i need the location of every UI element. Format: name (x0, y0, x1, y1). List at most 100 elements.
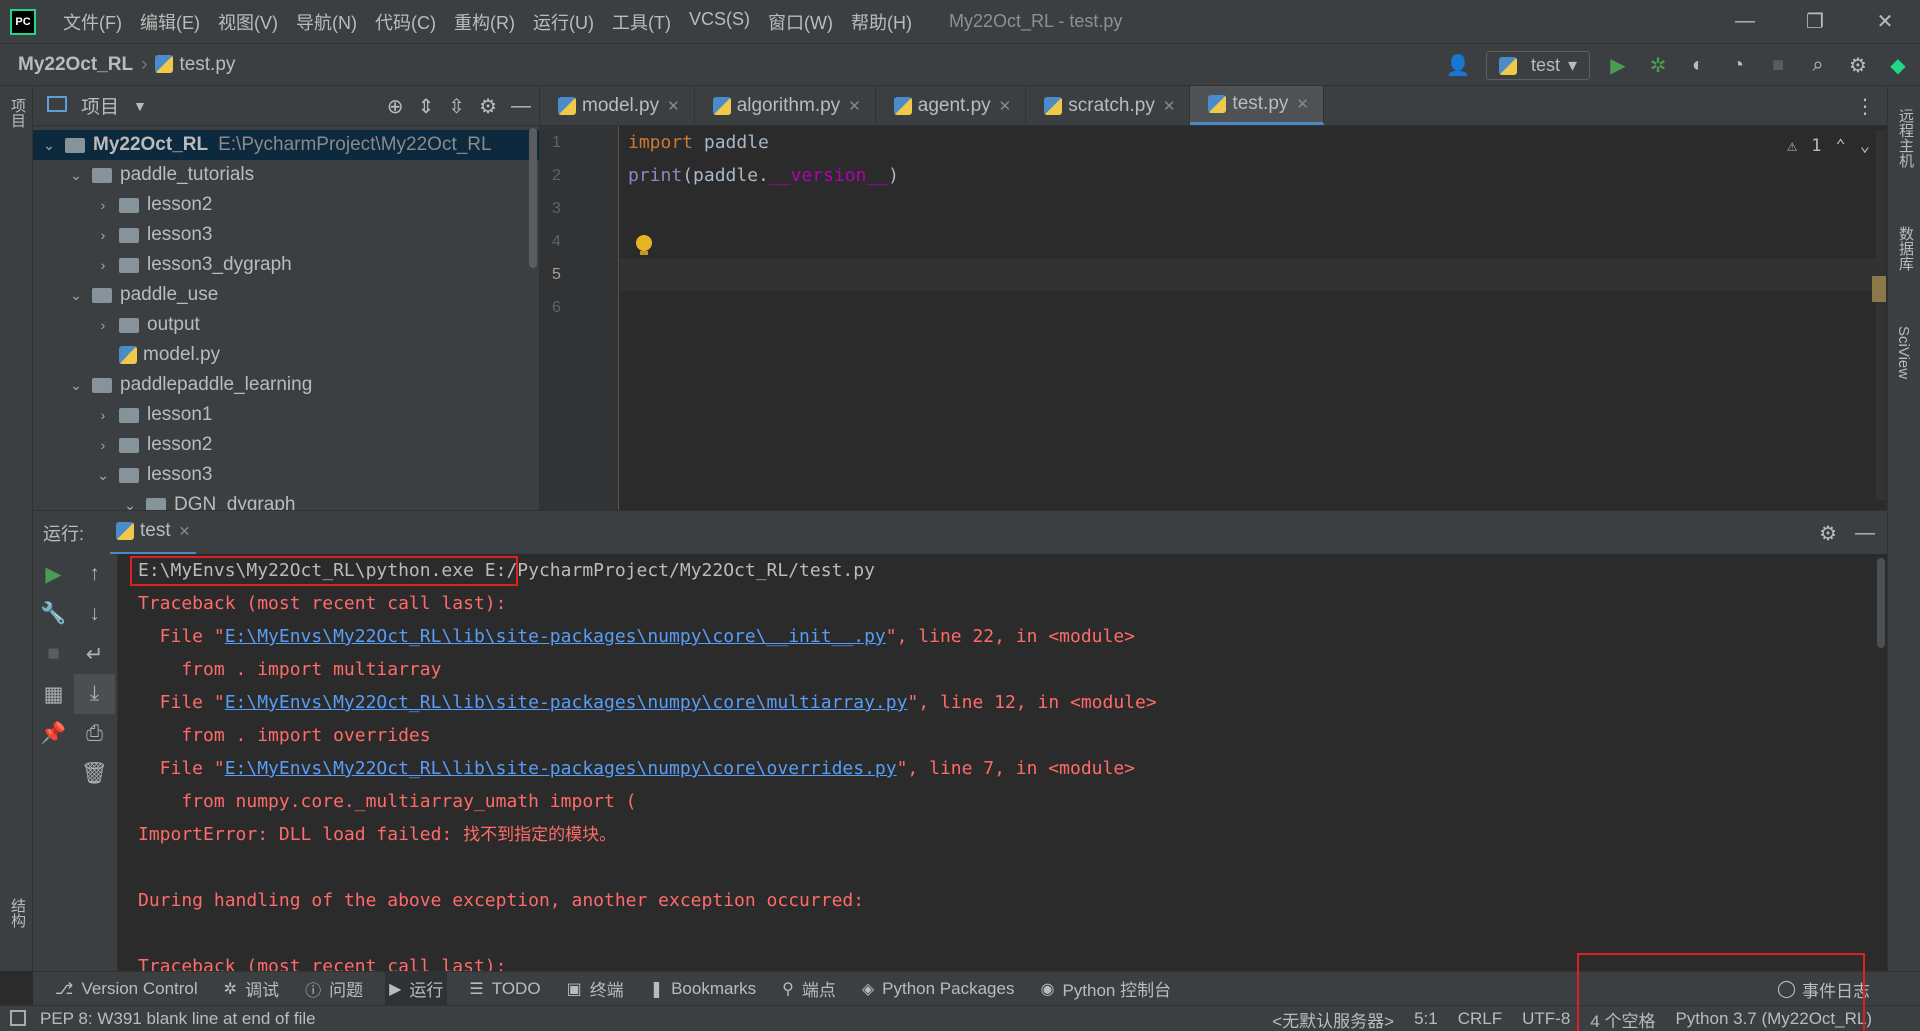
tab-scratch-py[interactable]: scratch.py ✕ (1026, 86, 1191, 125)
tree-folder[interactable]: › lesson2 (33, 190, 539, 220)
tree-scrollbar[interactable] (529, 128, 537, 268)
remote-host-stripe-tab[interactable]: 远程主机 (1895, 108, 1916, 168)
layout-icon[interactable]: ▦ (33, 674, 74, 714)
menu-run[interactable]: 运行(U) (524, 9, 603, 35)
panel-toggle-icon[interactable] (10, 1010, 26, 1026)
tree-folder[interactable]: › lesson2 (33, 430, 539, 460)
search-icon[interactable]: ⌕ (1806, 54, 1830, 78)
status-line-separator[interactable]: CRLF (1458, 1009, 1502, 1029)
traceback-link[interactable]: E:\MyEnvs\My22Oct_RL\lib\site-packages\n… (225, 626, 886, 647)
close-tab-icon[interactable]: ✕ (999, 97, 1012, 115)
code-line[interactable] (620, 291, 1886, 324)
tree-folder[interactable]: ⌄ paddle_use (33, 280, 539, 310)
tab-algorithm-py[interactable]: algorithm.py ✕ (695, 86, 876, 125)
stop-icon[interactable]: ■ (33, 634, 74, 674)
warning-marker[interactable] (1872, 276, 1886, 302)
tree-folder[interactable]: › lesson3_dygraph (33, 250, 539, 280)
close-tab-icon[interactable]: ✕ (667, 97, 680, 115)
chevron-right-icon[interactable]: › (95, 407, 111, 423)
tool-debug[interactable]: ✲ 调试 (220, 972, 283, 1006)
run-tab-test[interactable]: test ✕ (110, 511, 197, 555)
jetbrains-toolbox-icon[interactable]: ◆ (1886, 54, 1910, 78)
tree-folder[interactable]: › lesson1 (33, 400, 539, 430)
minimize-button[interactable]: — (1710, 0, 1780, 43)
tree-folder[interactable]: › lesson3 (33, 220, 539, 250)
chevron-down-icon[interactable]: ⌄ (68, 167, 84, 184)
menu-help[interactable]: 帮助(H) (842, 9, 921, 35)
user-icon[interactable]: 👤 (1445, 54, 1470, 78)
locate-file-icon[interactable]: ⊕ (387, 94, 404, 119)
lightbulb-icon[interactable] (636, 235, 652, 255)
chevron-down-icon[interactable]: ⌄ (68, 287, 84, 304)
run-config-dropdown[interactable]: test ▾ (1485, 51, 1590, 80)
breadcrumb-file[interactable]: test.py (155, 54, 235, 76)
code-line[interactable]: import paddle (620, 126, 1886, 159)
tree-folder[interactable]: › output (33, 310, 539, 340)
breadcrumb-project[interactable]: My22Oct_RL (18, 54, 133, 76)
status-cursor-position[interactable]: 5:1 (1414, 1009, 1438, 1029)
chevron-down-icon[interactable]: ⌄ (41, 137, 57, 154)
collapse-all-icon[interactable]: ⇳ (448, 94, 465, 119)
console-scroll-thumb[interactable] (1877, 558, 1885, 648)
tool-endpoints[interactable]: ⚲ 端点 (778, 972, 840, 1006)
close-tab-icon[interactable]: ✕ (848, 97, 861, 115)
close-tab-icon[interactable]: ✕ (1296, 95, 1309, 113)
arrow-up-icon[interactable]: ↑ (74, 554, 115, 594)
tab-model-py[interactable]: model.py ✕ (540, 86, 695, 125)
chevron-down-icon[interactable]: ▼ (133, 98, 147, 114)
gear-icon[interactable]: ⚙ (479, 94, 497, 119)
menu-view[interactable]: 视图(V) (209, 9, 287, 35)
pin-icon[interactable]: 📌 (33, 714, 74, 754)
code-editor[interactable]: import paddle print(paddle.__version__) … (620, 126, 1886, 510)
menu-tools[interactable]: 工具(T) (603, 9, 680, 35)
chevron-down-icon[interactable]: ⌄ (68, 377, 84, 394)
menu-window[interactable]: 窗口(W) (759, 9, 842, 35)
menu-code[interactable]: 代码(C) (366, 9, 445, 35)
tree-folder[interactable]: ⌄ paddlepaddle_learning (33, 370, 539, 400)
database-stripe-tab[interactable]: 数据库 (1895, 226, 1916, 271)
stop-icon[interactable]: ■ (1766, 54, 1790, 78)
editor-scrollbar[interactable] (1876, 130, 1886, 500)
traceback-link[interactable]: E:\MyEnvs\My22Oct_RL\lib\site-packages\n… (225, 758, 897, 779)
wrench-icon[interactable]: 🔧 (33, 594, 74, 634)
tab-agent-py[interactable]: agent.py ✕ (876, 86, 1027, 125)
run-console[interactable]: E:\MyEnvs\My22Oct_RL\python.exe E:/Pycha… (118, 554, 1887, 971)
tree-folder[interactable]: ⌄ paddle_tutorials (33, 160, 539, 190)
tool-terminal[interactable]: ▣ 终端 (563, 972, 628, 1006)
tool-python-packages[interactable]: ◈ Python Packages (858, 972, 1019, 1006)
chevron-right-icon[interactable]: › (95, 317, 111, 333)
menu-vcs[interactable]: VCS(S) (680, 9, 759, 35)
tool-problems[interactable]: ⓘ 问题 (301, 972, 367, 1006)
debug-icon[interactable]: ✲ (1646, 54, 1670, 78)
hide-panel-icon[interactable]: — (1855, 522, 1875, 545)
status-encoding[interactable]: UTF-8 (1522, 1009, 1570, 1029)
tool-todo[interactable]: ☰ TODO (465, 972, 544, 1006)
chevron-right-icon[interactable]: › (95, 197, 111, 213)
chevron-up-icon[interactable]: ⌃ (1836, 136, 1846, 156)
restore-button[interactable]: ❐ (1780, 0, 1850, 43)
chevron-right-icon[interactable]: › (95, 437, 111, 453)
chevron-down-icon[interactable]: ⌄ (95, 467, 111, 484)
profile-icon[interactable]: ◔ (1726, 54, 1750, 78)
soft-wrap-icon[interactable]: ↵ (74, 634, 115, 674)
tree-folder[interactable]: ⌄ lesson3 (33, 460, 539, 490)
trash-icon[interactable]: 🗑 (74, 754, 115, 794)
scroll-to-end-icon[interactable]: ⤓ (74, 674, 115, 714)
code-line[interactable] (620, 225, 1886, 258)
traceback-link[interactable]: E:\MyEnvs\My22Oct_RL\lib\site-packages\n… (225, 692, 908, 713)
status-server[interactable]: <无默认服务器> (1272, 1007, 1394, 1031)
close-tab-icon[interactable]: ✕ (179, 523, 191, 540)
menu-navigate[interactable]: 导航(N) (287, 9, 366, 35)
code-line[interactable]: print(paddle.__version__) (620, 159, 1886, 192)
tool-version-control[interactable]: ⎇ Version Control (51, 972, 202, 1006)
tool-run[interactable]: ▶ 运行 (385, 971, 448, 1006)
arrow-down-icon[interactable]: ↓ (74, 594, 115, 634)
run-icon[interactable]: ▶ (1606, 54, 1630, 78)
tool-bookmarks[interactable]: ❚ Bookmarks (646, 972, 760, 1006)
sciview-stripe-tab[interactable]: SciView (1895, 326, 1912, 379)
close-window-button[interactable]: ✕ (1850, 0, 1920, 43)
console-scrollbar[interactable] (1875, 554, 1887, 971)
menu-refactor[interactable]: 重构(R) (445, 9, 524, 35)
menu-edit[interactable]: 编辑(E) (131, 9, 209, 35)
menu-file[interactable]: 文件(F) (54, 9, 131, 35)
